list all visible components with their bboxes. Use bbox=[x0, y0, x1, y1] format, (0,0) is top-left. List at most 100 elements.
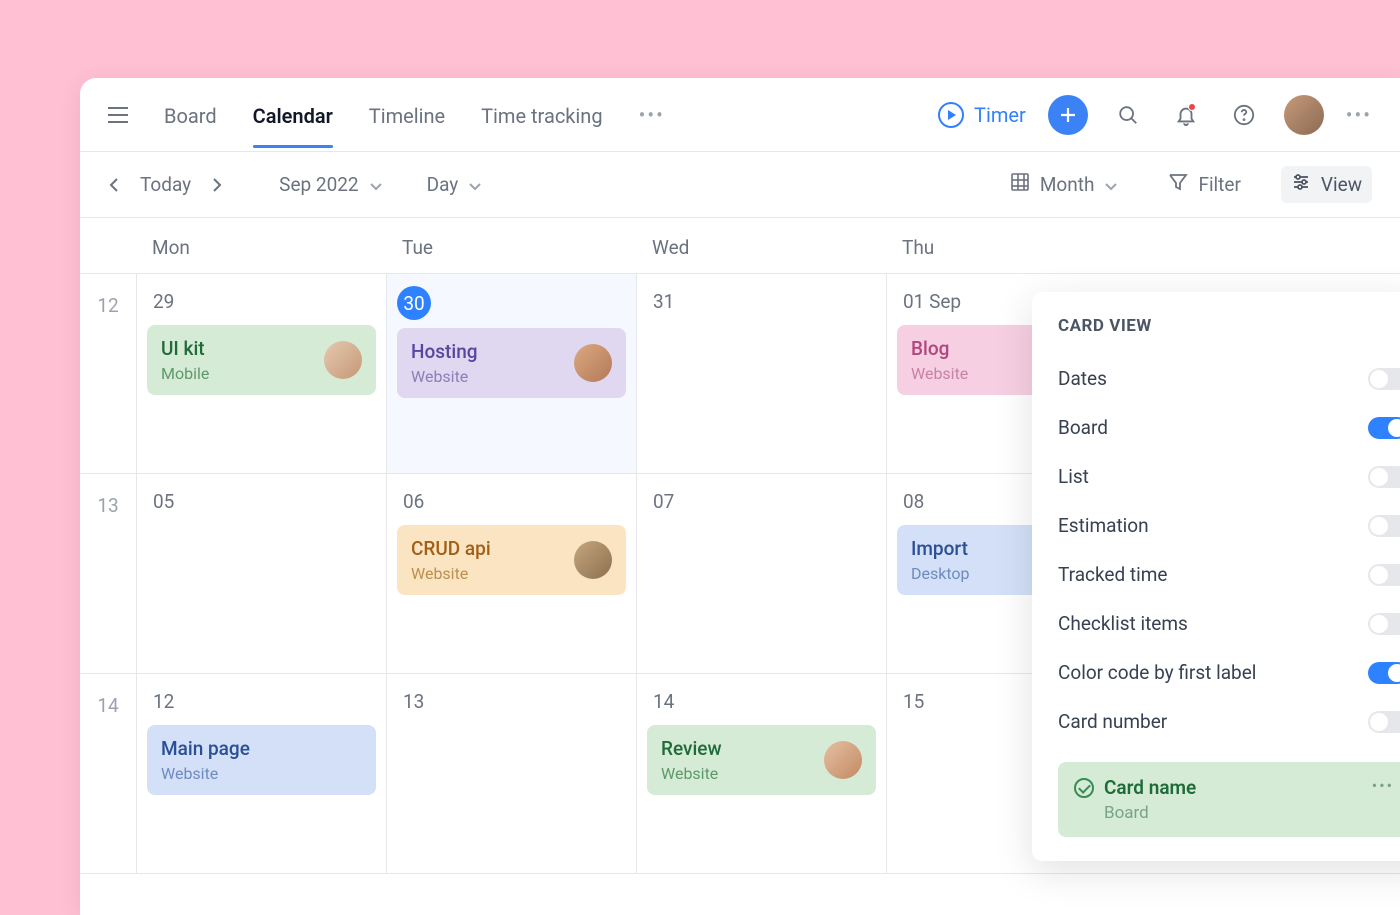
overflow-icon[interactable]: ••• bbox=[1346, 103, 1372, 127]
preview-card-title: Card name bbox=[1104, 776, 1196, 799]
card-subtitle: Website bbox=[411, 367, 478, 386]
card-title: Hosting bbox=[411, 340, 478, 363]
card-subtitle: Website bbox=[911, 364, 968, 383]
tab-board[interactable]: Board bbox=[164, 82, 217, 147]
timescale-picker[interactable]: Month bbox=[1000, 166, 1129, 203]
help-icon[interactable] bbox=[1226, 97, 1262, 133]
day-number: 30 bbox=[397, 286, 431, 320]
granularity-picker[interactable]: Day bbox=[427, 173, 483, 196]
option-label: Checklist items bbox=[1058, 612, 1188, 635]
tab-time-tracking[interactable]: Time tracking bbox=[481, 82, 602, 147]
view-option-tracked-time: Tracked time bbox=[1058, 550, 1400, 599]
card-title: Blog bbox=[911, 337, 968, 360]
calendar-day-cell[interactable]: 13 bbox=[386, 674, 636, 873]
panel-title: CARD VIEW bbox=[1058, 316, 1400, 336]
calendar-day-cell[interactable]: 30 Hosting Website bbox=[386, 274, 636, 473]
user-avatar[interactable] bbox=[1284, 95, 1324, 135]
view-option-list: List bbox=[1058, 452, 1400, 501]
toggle-switch[interactable] bbox=[1368, 613, 1400, 635]
calendar-toolbar: Today Sep 2022 Day Month bbox=[80, 152, 1400, 218]
tab-calendar[interactable]: Calendar bbox=[253, 82, 333, 147]
assignee-avatar[interactable] bbox=[574, 541, 612, 579]
day-number: 01 Sep bbox=[897, 286, 967, 317]
option-label: Dates bbox=[1058, 367, 1107, 390]
toolbar-right: Month Filter View bbox=[1000, 166, 1372, 203]
more-icon[interactable]: ••• bbox=[639, 103, 665, 127]
today-button[interactable]: Today bbox=[140, 173, 191, 196]
preview-card-sub: Board bbox=[1104, 803, 1196, 823]
event-card[interactable]: UI kitMobile bbox=[147, 325, 376, 395]
nav-tabs: Board Calendar Timeline Time tracking bbox=[164, 82, 603, 147]
assignee-avatar[interactable] bbox=[824, 741, 862, 779]
prev-button[interactable] bbox=[96, 167, 132, 203]
calendar-day-cell[interactable]: 12Main pageWebsite bbox=[136, 674, 386, 873]
option-label: Card number bbox=[1058, 710, 1167, 733]
assignee-avatar[interactable] bbox=[324, 341, 362, 379]
toggle-switch[interactable] bbox=[1368, 368, 1400, 390]
event-card[interactable]: Hosting Website bbox=[397, 328, 626, 398]
calendar-day-cell[interactable]: 31 bbox=[636, 274, 886, 473]
toggle-switch[interactable] bbox=[1368, 564, 1400, 586]
calendar-header: MonTueWedThu bbox=[80, 218, 1400, 274]
toggle-switch[interactable] bbox=[1368, 662, 1400, 684]
option-label: Color code by first label bbox=[1058, 661, 1256, 684]
day-number: 15 bbox=[897, 686, 930, 717]
more-icon[interactable]: ••• bbox=[1372, 776, 1394, 795]
calendar-day-cell[interactable]: 29UI kitMobile bbox=[136, 274, 386, 473]
option-label: Estimation bbox=[1058, 514, 1149, 537]
menu-icon[interactable] bbox=[100, 97, 136, 133]
view-label: View bbox=[1321, 173, 1362, 196]
chevron-down-icon bbox=[1104, 173, 1118, 196]
day-number: 13 bbox=[397, 686, 430, 717]
grid-icon bbox=[1010, 172, 1030, 197]
week-number: 14 bbox=[80, 674, 136, 873]
timescale-label: Month bbox=[1040, 173, 1095, 196]
event-card[interactable]: ReviewWebsite bbox=[647, 725, 876, 795]
card-subtitle: Desktop bbox=[911, 564, 970, 583]
view-button[interactable]: View bbox=[1281, 166, 1372, 203]
day-number: 14 bbox=[647, 686, 680, 717]
day-number: 08 bbox=[897, 486, 930, 517]
card-title: Review bbox=[661, 737, 722, 760]
month-picker[interactable]: Sep 2022 bbox=[279, 173, 382, 196]
filter-icon bbox=[1168, 172, 1188, 197]
check-circle-icon bbox=[1074, 778, 1094, 798]
calendar-day-cell[interactable]: 14 ReviewWebsite bbox=[636, 674, 886, 873]
week-number: 12 bbox=[80, 274, 136, 473]
tab-timeline[interactable]: Timeline bbox=[369, 82, 445, 147]
view-option-color-code-by-first-label: Color code by first label bbox=[1058, 648, 1400, 697]
filter-button[interactable]: Filter bbox=[1158, 166, 1250, 203]
option-label: Tracked time bbox=[1058, 563, 1168, 586]
calendar-day-cell[interactable]: 06CRUD apiWebsite bbox=[386, 474, 636, 673]
weekday-header: Wed bbox=[636, 218, 886, 273]
top-nav-right: Timer ••• bbox=[938, 95, 1372, 135]
event-card[interactable]: CRUD apiWebsite bbox=[397, 525, 626, 595]
play-icon bbox=[938, 102, 964, 128]
card-title: CRUD api bbox=[411, 537, 491, 560]
view-option-estimation: Estimation bbox=[1058, 501, 1400, 550]
toggle-switch[interactable] bbox=[1368, 466, 1400, 488]
calendar-day-cell[interactable]: 05 bbox=[136, 474, 386, 673]
day-number: 31 bbox=[647, 286, 680, 317]
option-label: Board bbox=[1058, 416, 1108, 439]
view-option-board: Board bbox=[1058, 403, 1400, 452]
next-button[interactable] bbox=[199, 167, 235, 203]
event-card[interactable]: Main page Website bbox=[147, 725, 376, 795]
toggle-switch[interactable] bbox=[1368, 515, 1400, 537]
weekday-header: Tue bbox=[386, 218, 636, 273]
search-icon[interactable] bbox=[1110, 97, 1146, 133]
add-button[interactable] bbox=[1048, 95, 1088, 135]
notifications-icon[interactable] bbox=[1168, 97, 1204, 133]
notification-dot-icon bbox=[1188, 103, 1196, 111]
app-window: Board Calendar Timeline Time tracking ••• T… bbox=[80, 78, 1400, 915]
option-label: List bbox=[1058, 465, 1089, 488]
card-title: Main page bbox=[161, 737, 250, 760]
timer-label: Timer bbox=[974, 103, 1026, 127]
toggle-switch[interactable] bbox=[1368, 417, 1400, 439]
assignee-avatar[interactable] bbox=[574, 344, 612, 382]
calendar-day-cell[interactable]: 07 bbox=[636, 474, 886, 673]
timer-button[interactable]: Timer bbox=[938, 102, 1026, 128]
week-number: 13 bbox=[80, 474, 136, 673]
card-subtitle: Website bbox=[161, 764, 250, 783]
toggle-switch[interactable] bbox=[1368, 711, 1400, 733]
